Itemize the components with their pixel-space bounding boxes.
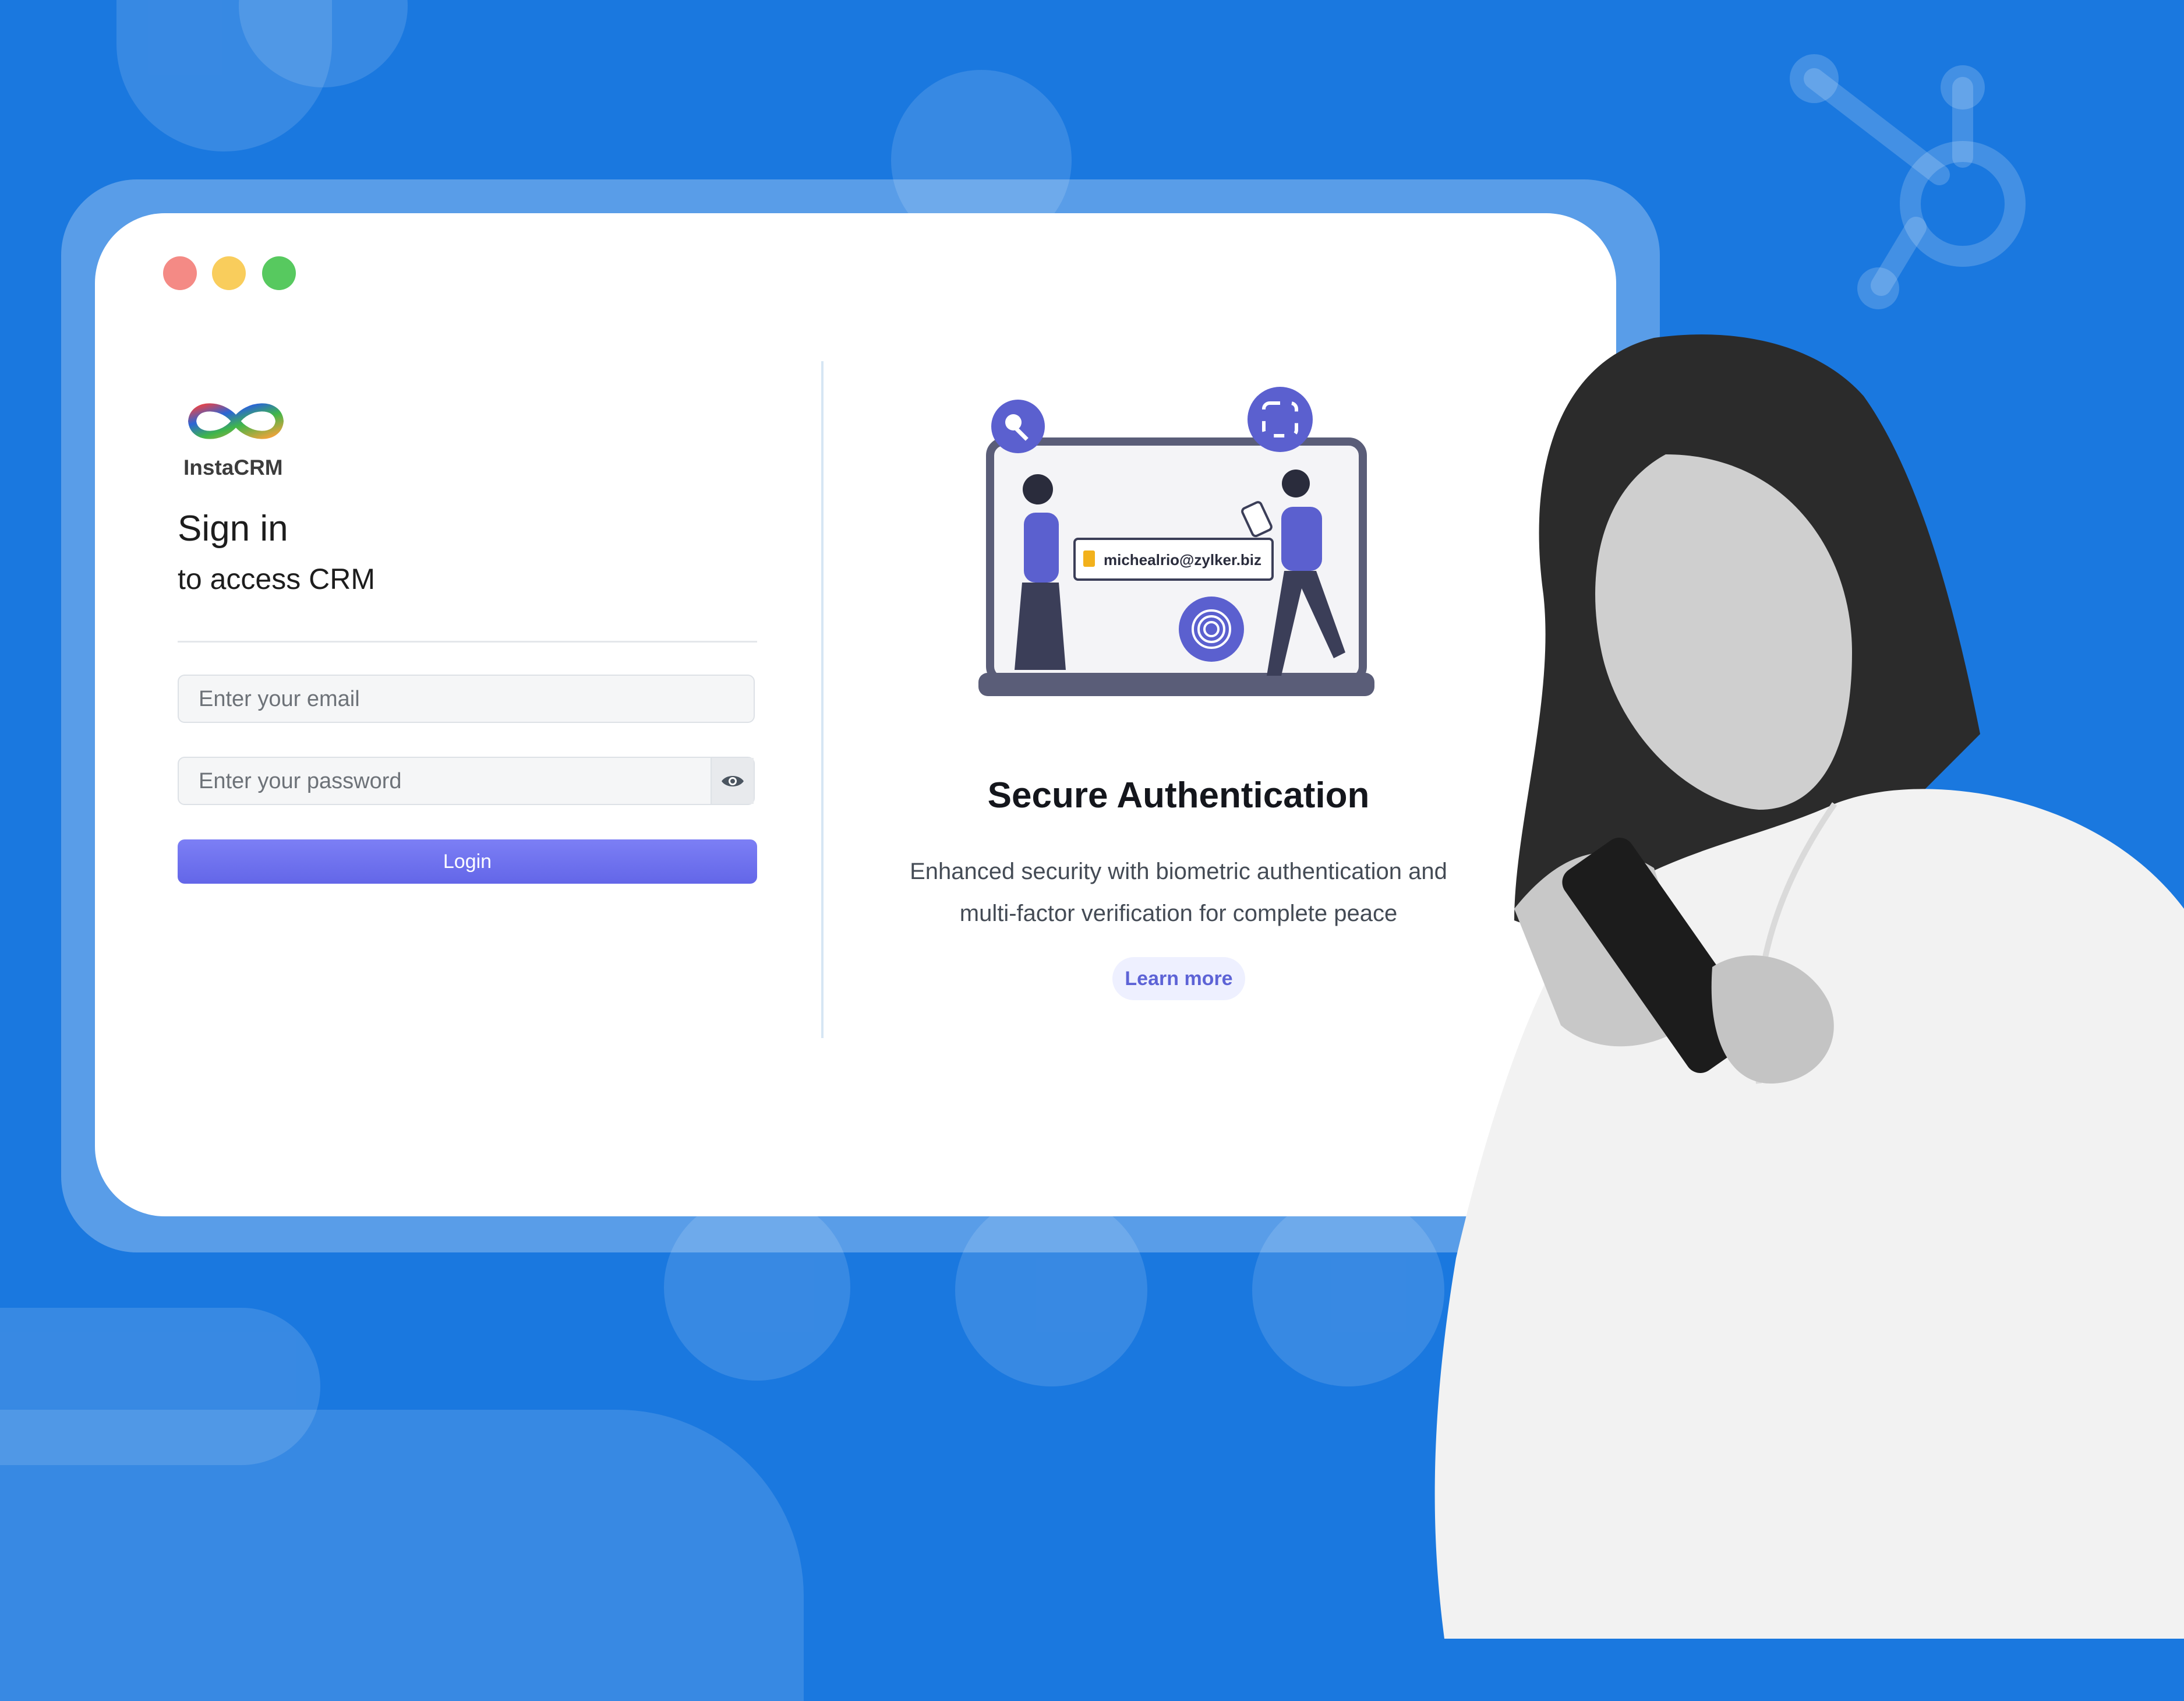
pane-divider	[821, 361, 824, 1038]
window-maximize-dot[interactable]	[262, 256, 296, 290]
eye-icon	[722, 775, 744, 786]
page-subtitle: to access CRM	[178, 563, 375, 595]
woman-with-phone-photo	[1434, 334, 2184, 1639]
instacrm-logo-icon	[188, 403, 284, 439]
page-title: Sign in	[178, 509, 288, 549]
email-field[interactable]: Enter your email	[178, 675, 755, 723]
authentication-illustration: michealrio@zylker.biz	[978, 387, 1374, 696]
form-separator	[178, 641, 757, 643]
bg-shape-bottom-wave	[0, 1410, 804, 1701]
password-placeholder: Enter your password	[199, 769, 402, 793]
illustration-email-label: michealrio@zylker.biz	[1104, 551, 1261, 569]
learn-more-button[interactable]: Learn more	[1112, 957, 1245, 1000]
window-minimize-dot[interactable]	[212, 256, 246, 290]
email-placeholder: Enter your email	[199, 687, 360, 711]
hub-icon	[1790, 54, 2026, 309]
show-password-toggle[interactable]	[711, 758, 754, 804]
login-button[interactable]: Login	[178, 839, 757, 884]
password-field[interactable]: Enter your password	[178, 757, 755, 805]
window-close-dot[interactable]	[163, 256, 197, 290]
brand-name: InstaCRM	[183, 456, 283, 479]
